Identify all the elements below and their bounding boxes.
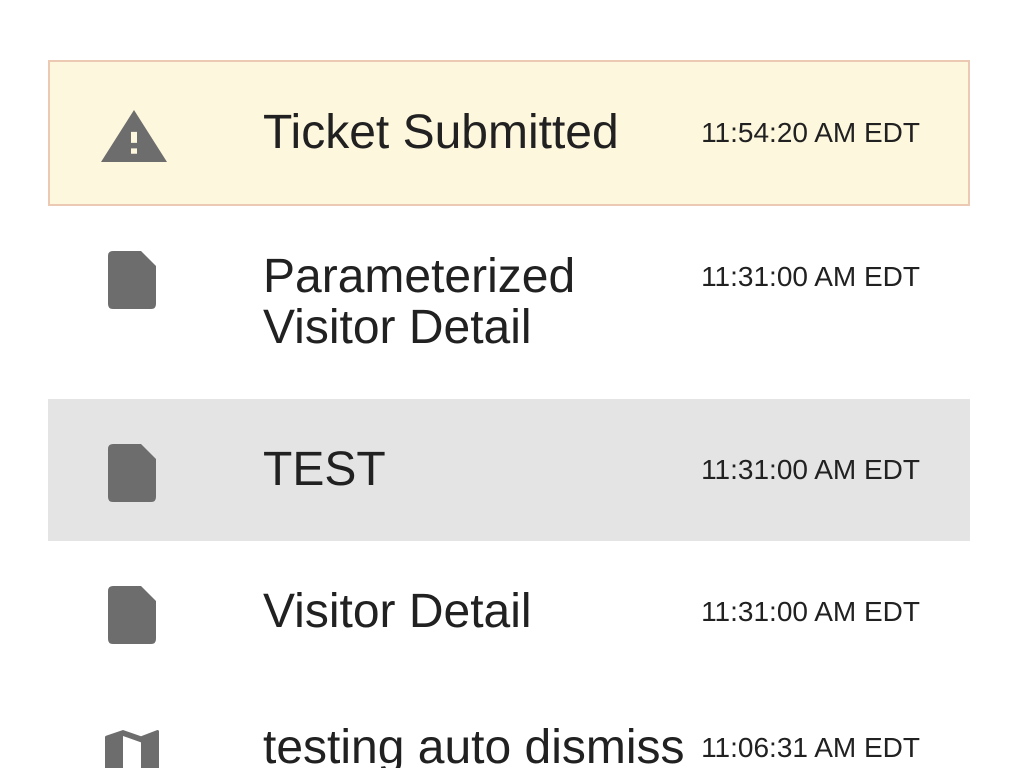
notification-time: 11:06:31 AM EDT: [701, 732, 920, 763]
notification-item[interactable]: Parameterized Visitor Detail 11:31:00 AM…: [48, 206, 970, 399]
file-icon: [97, 586, 167, 644]
file-icon: [97, 251, 167, 309]
notification-title: Parameterized Visitor Detail: [263, 250, 576, 354]
notification-item[interactable]: Ticket Submitted 11:54:20 AM EDT: [48, 60, 970, 206]
notification-item[interactable]: TEST 11:31:00 AM EDT: [48, 399, 970, 541]
notification-item[interactable]: Visitor Detail 11:31:00 AM EDT: [48, 541, 970, 683]
notification-list: Ticket Submitted 11:54:20 AM EDT Paramet…: [48, 60, 970, 768]
warning-icon: [99, 110, 169, 162]
notification-title: Ticket Submitted: [263, 106, 619, 159]
notification-title: TEST: [263, 443, 386, 496]
notification-time: 11:31:00 AM EDT: [701, 596, 920, 627]
notification-time: 11:31:00 AM EDT: [701, 454, 920, 485]
notification-time: 11:54:20 AM EDT: [701, 117, 920, 148]
notification-time: 11:31:00 AM EDT: [701, 261, 920, 292]
map-icon: [97, 730, 167, 768]
notification-item[interactable]: testing auto dismiss 11:06:31 AM EDT: [48, 683, 970, 768]
file-icon: [97, 444, 167, 502]
notification-title: testing auto dismiss: [263, 721, 685, 768]
notification-title: Visitor Detail: [263, 585, 532, 638]
notifications-page: Ticket Submitted 11:54:20 AM EDT Paramet…: [0, 0, 1025, 768]
